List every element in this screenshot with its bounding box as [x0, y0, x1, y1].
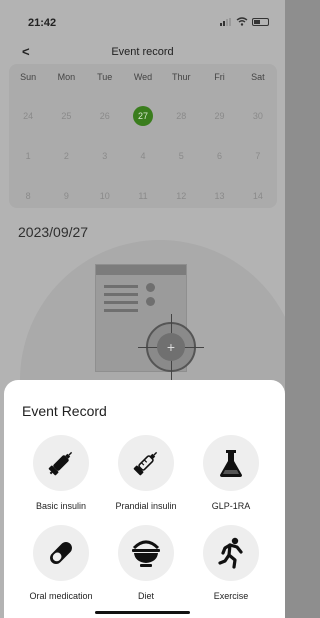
- illustration-line: [104, 309, 138, 312]
- illustration-line: [104, 285, 138, 288]
- running-icon: [218, 537, 243, 569]
- calendar-week-row: 8 9 10 11 12 13 14: [9, 186, 277, 206]
- calendar-day[interactable]: 7: [239, 146, 277, 166]
- bowl-icon: [132, 540, 160, 567]
- selected-date-label: 2023/09/27: [18, 224, 89, 240]
- option-diet[interactable]: Diet: [101, 525, 191, 601]
- option-icon-circle[interactable]: [33, 435, 89, 491]
- home-indicator: [95, 611, 190, 614]
- illustration-line: [104, 293, 138, 296]
- calendar-day[interactable]: 26: [86, 106, 124, 126]
- signal-icon: [220, 17, 231, 26]
- option-basic-insulin[interactable]: Basic insulin: [16, 435, 106, 511]
- option-label: GLP-1RA: [211, 501, 251, 511]
- calendar-day[interactable]: 30: [239, 106, 277, 126]
- calendar-day[interactable]: 3: [86, 146, 124, 166]
- weekday-header: Sun Mon Tue Wed Thur Fri Sat: [9, 72, 277, 82]
- calendar-week-row: 1 2 3 4 5 6 7: [9, 146, 277, 166]
- option-glp1ra[interactable]: GLP-1RA: [186, 435, 276, 511]
- calendar-week-row: 24 25 26 27 28 29 30: [9, 106, 277, 126]
- calendar-day[interactable]: 2: [47, 146, 85, 166]
- status-icons: [220, 17, 269, 26]
- option-icon-circle[interactable]: [118, 525, 174, 581]
- weekday-label: Mon: [57, 72, 76, 82]
- calendar-day[interactable]: 13: [200, 186, 238, 206]
- illustration-dot: [146, 283, 155, 292]
- option-label: Prandial insulin: [115, 501, 177, 511]
- status-time: 21:42: [28, 17, 57, 29]
- option-icon-circle[interactable]: [118, 435, 174, 491]
- option-label: Oral medication: [29, 591, 93, 601]
- selected-day-badge[interactable]: 27: [132, 106, 153, 126]
- week-calendar: Sun Mon Tue Wed Thur Fri Sat 24 25 26 27…: [9, 64, 277, 208]
- syringe-icon: [48, 451, 73, 476]
- calendar-day[interactable]: 1: [9, 146, 47, 166]
- option-icon-circle[interactable]: [203, 435, 259, 491]
- calendar-day[interactable]: 24: [9, 106, 47, 126]
- calendar-day[interactable]: 9: [47, 186, 85, 206]
- illustration-titlebar: [96, 265, 186, 275]
- flask-icon: [220, 450, 242, 477]
- battery-icon: [252, 17, 269, 26]
- calendar-day-selected[interactable]: 27: [124, 106, 162, 126]
- calendar-day[interactable]: 10: [86, 186, 124, 206]
- page-title: Event record: [111, 46, 174, 58]
- calendar-day[interactable]: 29: [200, 106, 238, 126]
- option-icon-circle[interactable]: [33, 525, 89, 581]
- option-label: Diet: [137, 591, 154, 601]
- event-record-sheet: Event Record Basic insulin Prandial insu…: [4, 380, 285, 618]
- weekday-label: Sun: [20, 72, 37, 82]
- option-icon-circle[interactable]: [203, 525, 259, 581]
- calendar-day[interactable]: 14: [239, 186, 277, 206]
- wifi-icon: [236, 17, 248, 26]
- calendar-day[interactable]: 5: [162, 146, 200, 166]
- option-label: Exercise: [213, 591, 249, 601]
- syringe-outline-icon: [133, 451, 158, 476]
- status-bar: 21:42: [0, 0, 285, 34]
- crosshair-add-icon: +: [138, 314, 204, 380]
- option-exercise[interactable]: Exercise: [186, 525, 276, 601]
- weekday-label: Wed: [133, 72, 153, 82]
- calendar-day[interactable]: 4: [124, 146, 162, 166]
- illustration-dot: [146, 297, 155, 306]
- app-screen: 21:42 < Event record Sun Mon Tue Wed Thu…: [0, 0, 285, 618]
- calendar-day[interactable]: 8: [9, 186, 47, 206]
- calendar-day[interactable]: 28: [162, 106, 200, 126]
- weekday-label: Tue: [97, 72, 113, 82]
- option-prandial-insulin[interactable]: Prandial insulin: [101, 435, 191, 511]
- pill-icon: [50, 542, 72, 564]
- calendar-day[interactable]: 6: [200, 146, 238, 166]
- weekday-label: Thur: [172, 72, 191, 82]
- weekday-label: Fri: [214, 72, 225, 82]
- option-oral-medication[interactable]: Oral medication: [16, 525, 106, 601]
- sheet-title: Event Record: [22, 403, 107, 419]
- option-label: Basic insulin: [35, 501, 87, 511]
- illustration-line: [104, 301, 138, 304]
- calendar-day[interactable]: 12: [162, 186, 200, 206]
- weekday-label: Sat: [251, 72, 265, 82]
- calendar-day[interactable]: 11: [124, 186, 162, 206]
- calendar-day[interactable]: 25: [47, 106, 85, 126]
- plus-icon: +: [157, 333, 185, 361]
- nav-bar: < Event record: [0, 38, 285, 64]
